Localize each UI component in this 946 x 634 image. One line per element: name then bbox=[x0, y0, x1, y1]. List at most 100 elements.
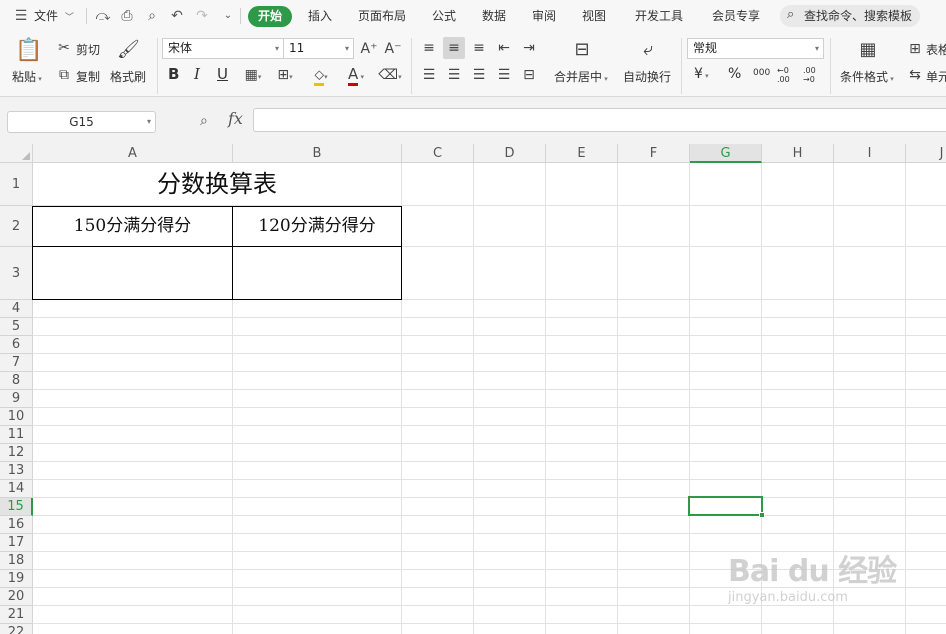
undo-icon[interactable]: ↶ bbox=[168, 7, 186, 25]
cell-style-icon[interactable]: ⊞▾ bbox=[272, 66, 298, 84]
redo-icon[interactable]: ↷ bbox=[193, 7, 211, 25]
column-header-d[interactable]: D bbox=[474, 144, 546, 163]
copy-button[interactable]: 复制 bbox=[76, 68, 100, 85]
bold-button[interactable]: B bbox=[168, 65, 179, 83]
fx-insert-function-button[interactable]: fx bbox=[228, 109, 243, 128]
table-style-button[interactable]: 表格 bbox=[926, 41, 946, 58]
font-name-select[interactable]: 宋体 ▾ bbox=[162, 38, 284, 59]
align-right-icon[interactable]: ☰ bbox=[470, 66, 488, 84]
column-header-g[interactable]: G bbox=[690, 144, 762, 163]
row-header-17[interactable]: 17 bbox=[0, 534, 33, 552]
increase-font-icon[interactable]: A⁺ bbox=[360, 40, 378, 58]
decrease-font-icon[interactable]: A⁻ bbox=[384, 40, 402, 58]
increase-indent-icon[interactable]: ⇥ bbox=[520, 39, 538, 57]
spreadsheet-grid[interactable]: ABCDEFGHIJ 1 2 3 4 5 6 7 8 9 10 11 12 13 14 15 16 17 18 19… bbox=[0, 144, 946, 634]
row-header-9[interactable]: 9 bbox=[0, 390, 33, 408]
select-all-corner[interactable] bbox=[0, 144, 33, 163]
wrap-text-icon[interactable]: ⤶ bbox=[636, 39, 660, 61]
row-header-5[interactable]: 5 bbox=[0, 318, 33, 336]
column-header-h[interactable]: H bbox=[762, 144, 834, 163]
cut-button[interactable]: 剪切 bbox=[76, 41, 100, 58]
border-icon[interactable]: ▦▾ bbox=[240, 66, 266, 84]
column-header-c[interactable]: C bbox=[402, 144, 474, 163]
tab-home[interactable]: 开始 bbox=[248, 6, 292, 27]
decrease-indent-icon[interactable]: ⇤ bbox=[495, 39, 513, 57]
row-header-15[interactable]: 15 bbox=[0, 498, 33, 516]
row-header-10[interactable]: 10 bbox=[0, 408, 33, 426]
name-box[interactable]: G15 ▾ bbox=[7, 111, 156, 133]
row-header-8[interactable]: 8 bbox=[0, 372, 33, 390]
row-header-22[interactable]: 22 bbox=[0, 624, 33, 634]
merge-center-icon[interactable]: ⊟ bbox=[570, 39, 594, 61]
cell-a1-title[interactable]: 分数换算表 bbox=[33, 163, 401, 205]
underline-button[interactable]: U bbox=[217, 65, 228, 83]
percent-button[interactable]: % bbox=[728, 66, 741, 82]
tab-page-layout[interactable]: 页面布局 bbox=[358, 0, 406, 33]
zoom-search-icon[interactable]: ⌕ bbox=[200, 111, 220, 131]
row-header-19[interactable]: 19 bbox=[0, 570, 33, 588]
scissors-icon[interactable]: ✂ bbox=[55, 39, 73, 57]
file-menu[interactable]: 文件 ﹀ bbox=[34, 0, 74, 33]
print-icon[interactable]: ⎙ bbox=[118, 7, 136, 25]
column-header-f[interactable]: F bbox=[618, 144, 690, 163]
thousands-separator-button[interactable]: 000 bbox=[753, 68, 770, 78]
row-header-20[interactable]: 20 bbox=[0, 588, 33, 606]
row-header-6[interactable]: 6 bbox=[0, 336, 33, 354]
row-header-18[interactable]: 18 bbox=[0, 552, 33, 570]
tab-member[interactable]: 会员专享 bbox=[712, 0, 760, 33]
cell-button[interactable]: 单元 bbox=[926, 68, 946, 85]
copy-icon[interactable]: ⧉ bbox=[55, 66, 73, 84]
row-header-2[interactable]: 2 bbox=[0, 206, 33, 247]
conditional-format-button[interactable]: 条件格式 ▾ bbox=[840, 68, 894, 85]
cell-b3[interactable] bbox=[233, 247, 401, 299]
cell-b2[interactable]: 120分满分得分 bbox=[233, 206, 401, 246]
cell-a3[interactable] bbox=[33, 247, 232, 299]
row-header-1[interactable]: 1 bbox=[0, 163, 33, 206]
align-middle-icon[interactable]: ≡ bbox=[445, 39, 463, 57]
paste-icon[interactable]: 📋 bbox=[15, 38, 42, 64]
number-format-select[interactable]: 常规 ▾ bbox=[687, 38, 824, 59]
format-painter-icon[interactable]: 🖌 bbox=[117, 38, 140, 62]
row-header-3[interactable]: 3 bbox=[0, 247, 33, 300]
row-header-16[interactable]: 16 bbox=[0, 516, 33, 534]
tab-developer[interactable]: 开发工具 bbox=[635, 0, 683, 33]
conditional-format-icon[interactable]: ▦ bbox=[856, 39, 880, 61]
column-header-j[interactable]: J bbox=[906, 144, 946, 163]
row-header-13[interactable]: 13 bbox=[0, 462, 33, 480]
hamburger-menu-icon[interactable]: ☰ bbox=[12, 7, 30, 25]
wrap-text-button[interactable]: 自动换行 bbox=[623, 68, 671, 85]
column-header-b[interactable]: B bbox=[233, 144, 402, 163]
row-header-14[interactable]: 14 bbox=[0, 480, 33, 498]
tab-insert[interactable]: 插入 bbox=[308, 0, 332, 33]
column-header-i[interactable]: I bbox=[834, 144, 906, 163]
print-preview-icon[interactable]: ⌕ bbox=[143, 7, 161, 25]
row-header-21[interactable]: 21 bbox=[0, 606, 33, 624]
italic-button[interactable]: I bbox=[194, 65, 200, 83]
row-header-11[interactable]: 11 bbox=[0, 426, 33, 444]
eraser-icon[interactable]: ⌫▾ bbox=[376, 66, 404, 84]
row-header-12[interactable]: 12 bbox=[0, 444, 33, 462]
align-top-icon[interactable]: ≡ bbox=[420, 39, 438, 57]
save-cloud-icon[interactable]: ⤼ bbox=[94, 7, 112, 25]
tab-view[interactable]: 视图 bbox=[582, 0, 606, 33]
command-search[interactable]: ⌕ 查找命令、搜索模板 bbox=[780, 5, 920, 27]
font-color-icon[interactable]: A ▾ bbox=[342, 65, 370, 86]
align-center-icon[interactable]: ☰ bbox=[445, 66, 463, 84]
cell-a2[interactable]: 150分满分得分 bbox=[33, 206, 232, 246]
align-bottom-icon[interactable]: ≡ bbox=[470, 39, 488, 57]
merge-center-button[interactable]: 合并居中 ▾ bbox=[554, 68, 608, 85]
row-header-7[interactable]: 7 bbox=[0, 354, 33, 372]
format-painter-button[interactable]: 格式刷 bbox=[110, 68, 146, 85]
font-size-select[interactable]: 11 ▾ bbox=[283, 38, 354, 59]
currency-button[interactable]: ¥ ▾ bbox=[694, 66, 709, 82]
tab-review[interactable]: 审阅 bbox=[532, 0, 556, 33]
row-header-4[interactable]: 4 bbox=[0, 300, 33, 318]
column-header-a[interactable]: A bbox=[33, 144, 233, 163]
justify-icon[interactable]: ☰ bbox=[495, 66, 513, 84]
column-header-e[interactable]: E bbox=[546, 144, 618, 163]
decrease-decimal-button[interactable]: .00 →0 bbox=[803, 66, 825, 84]
fill-color-icon[interactable]: ⬦▾ bbox=[307, 66, 335, 86]
tab-data[interactable]: 数据 bbox=[482, 0, 506, 33]
table-style-icon[interactable]: ⊞ bbox=[906, 40, 924, 58]
align-left-icon[interactable]: ☰ bbox=[420, 66, 438, 84]
